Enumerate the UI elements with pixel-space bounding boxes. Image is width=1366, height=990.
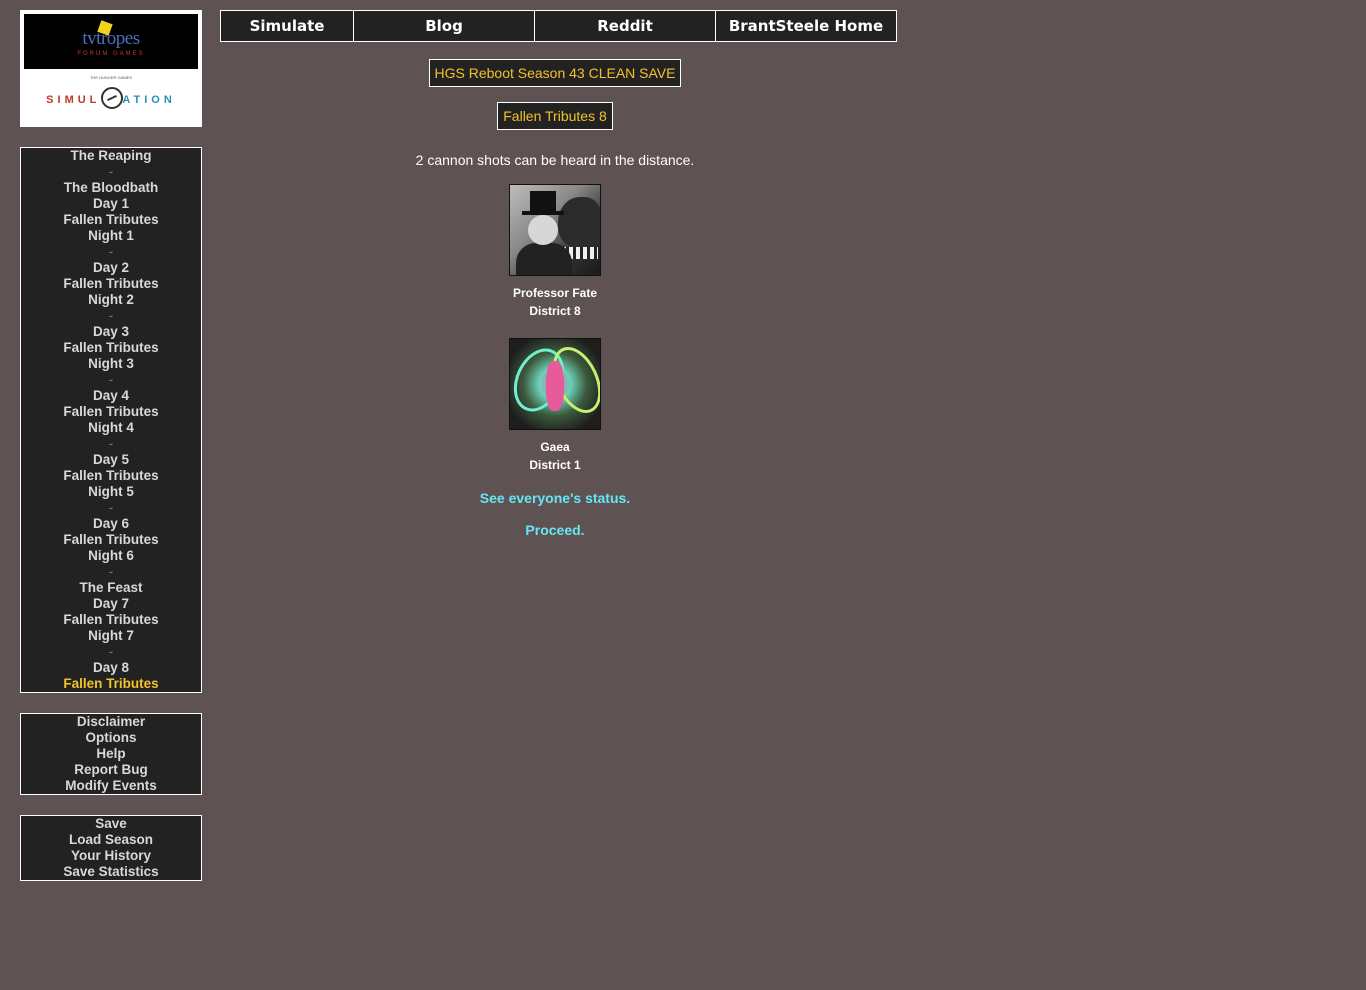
tribute-card: Professor Fate District 8 <box>220 184 890 320</box>
page-title: Fallen Tributes 8 <box>497 102 613 130</box>
site-logo[interactable]: tvtropes FORUM GAMES THE HUNGER GAMES SI… <box>20 10 202 127</box>
save-menu: Save Load Season Your History Save Statisti… <box>20 815 202 881</box>
menu-item-day-7[interactable]: Day 7 <box>21 596 201 612</box>
nav-reddit[interactable]: Reddit <box>535 11 716 41</box>
menu-item-night-6[interactable]: Night 6 <box>21 548 201 564</box>
menu-item-night-1[interactable]: Night 1 <box>21 228 201 244</box>
menu-item-day-2[interactable]: Day 2 <box>21 260 201 276</box>
menu-separator: - <box>108 308 114 323</box>
tribute-info: Professor Fate District 8 <box>220 284 890 320</box>
menu-item-fallen-tributes[interactable]: Fallen Tributes <box>21 532 201 548</box>
menu-item-the-reaping[interactable]: The Reaping <box>21 148 201 164</box>
hunger-games-small-text: THE HUNGER GAMES <box>89 75 132 80</box>
menu-separator: - <box>108 500 114 515</box>
menu-item-your-history[interactable]: Your History <box>21 848 201 864</box>
tribute-district: District 1 <box>529 458 581 472</box>
menu-separator: - <box>108 564 114 579</box>
mockingjay-icon <box>101 87 123 109</box>
season-title: HGS Reboot Season 43 CLEAN SAVE <box>428 59 682 87</box>
see-status-link[interactable]: See everyone's status. <box>220 490 890 506</box>
menu-item-night-2[interactable]: Night 2 <box>21 292 201 308</box>
menu-item-day-3[interactable]: Day 3 <box>21 324 201 340</box>
tribute-card: Gaea District 1 <box>220 338 890 474</box>
tribute-portrait-gaea <box>509 338 601 430</box>
tribute-name: Gaea <box>540 440 570 454</box>
info-menu: Disclaimer Options Help Report Bug Modify Ev… <box>20 713 202 795</box>
cannon-message: 2 cannon shots can be heard in the dista… <box>415 152 695 168</box>
menu-item-the-bloodbath[interactable]: The Bloodbath <box>21 180 201 196</box>
simulation-logo-left: SIMUL <box>46 94 101 106</box>
menu-item-fallen-tributes[interactable]: Fallen Tributes <box>21 276 201 292</box>
menu-item-fallen-tributes[interactable]: Fallen Tributes <box>21 612 201 628</box>
menu-item-fallen-tributes[interactable]: Fallen Tributes <box>21 404 201 420</box>
menu-item-night-5[interactable]: Night 5 <box>21 484 201 500</box>
menu-item-save-statistics[interactable]: Save Statistics <box>21 864 201 880</box>
top-navigation: Simulate Blog Reddit BrantSteele Home <box>220 10 897 42</box>
sidebar: tvtropes FORUM GAMES THE HUNGER GAMES SI… <box>20 10 202 881</box>
menu-item-night-4[interactable]: Night 4 <box>21 420 201 436</box>
tvtropes-logo-subtext: FORUM GAMES <box>77 51 145 57</box>
menu-separator: - <box>108 164 114 179</box>
menu-item-fallen-tributes[interactable]: Fallen Tributes <box>21 676 201 692</box>
menu-item-modify-events[interactable]: Modify Events <box>21 778 201 794</box>
menu-item-day-6[interactable]: Day 6 <box>21 516 201 532</box>
tvtropes-logo-text: tvtropes <box>82 28 140 49</box>
menu-item-load-season[interactable]: Load Season <box>21 832 201 848</box>
progress-menu: The Reaping - The Bloodbath Day 1 Fallen Tri… <box>20 147 202 693</box>
menu-item-night-3[interactable]: Night 3 <box>21 356 201 372</box>
nav-brantsteele-home[interactable]: BrantSteele Home <box>716 11 896 41</box>
tvtropes-logo: tvtropes FORUM GAMES <box>24 14 198 69</box>
simulation-logo-right: ATION <box>122 94 176 106</box>
tribute-info: Gaea District 1 <box>220 438 890 474</box>
menu-separator: - <box>108 372 114 387</box>
menu-separator: - <box>108 244 114 259</box>
menu-item-night-7[interactable]: Night 7 <box>21 628 201 644</box>
menu-item-day-1[interactable]: Day 1 <box>21 196 201 212</box>
tribute-district: District 8 <box>529 304 581 318</box>
menu-item-save[interactable]: Save <box>21 816 201 832</box>
menu-item-disclaimer[interactable]: Disclaimer <box>21 714 201 730</box>
main-content: HGS Reboot Season 43 CLEAN SAVE Fallen T… <box>220 59 890 538</box>
menu-separator: - <box>108 436 114 451</box>
proceed-link[interactable]: Proceed. <box>220 522 890 538</box>
menu-separator: - <box>108 644 114 659</box>
menu-item-day-5[interactable]: Day 5 <box>21 452 201 468</box>
tribute-name: Professor Fate <box>512 286 598 300</box>
menu-item-fallen-tributes[interactable]: Fallen Tributes <box>21 212 201 228</box>
simulation-logo: THE HUNGER GAMES SIMUL ATION <box>24 69 198 123</box>
menu-item-fallen-tributes[interactable]: Fallen Tributes <box>21 340 201 356</box>
nav-simulate[interactable]: Simulate <box>221 11 354 41</box>
menu-item-fallen-tributes[interactable]: Fallen Tributes <box>21 468 201 484</box>
tribute-portrait-professor-fate <box>509 184 601 276</box>
menu-item-options[interactable]: Options <box>21 730 201 746</box>
menu-item-report-bug[interactable]: Report Bug <box>21 762 201 778</box>
menu-item-help[interactable]: Help <box>21 746 201 762</box>
menu-item-day-4[interactable]: Day 4 <box>21 388 201 404</box>
menu-item-the-feast[interactable]: The Feast <box>21 580 201 596</box>
nav-blog[interactable]: Blog <box>354 11 535 41</box>
menu-item-day-8[interactable]: Day 8 <box>21 660 201 676</box>
